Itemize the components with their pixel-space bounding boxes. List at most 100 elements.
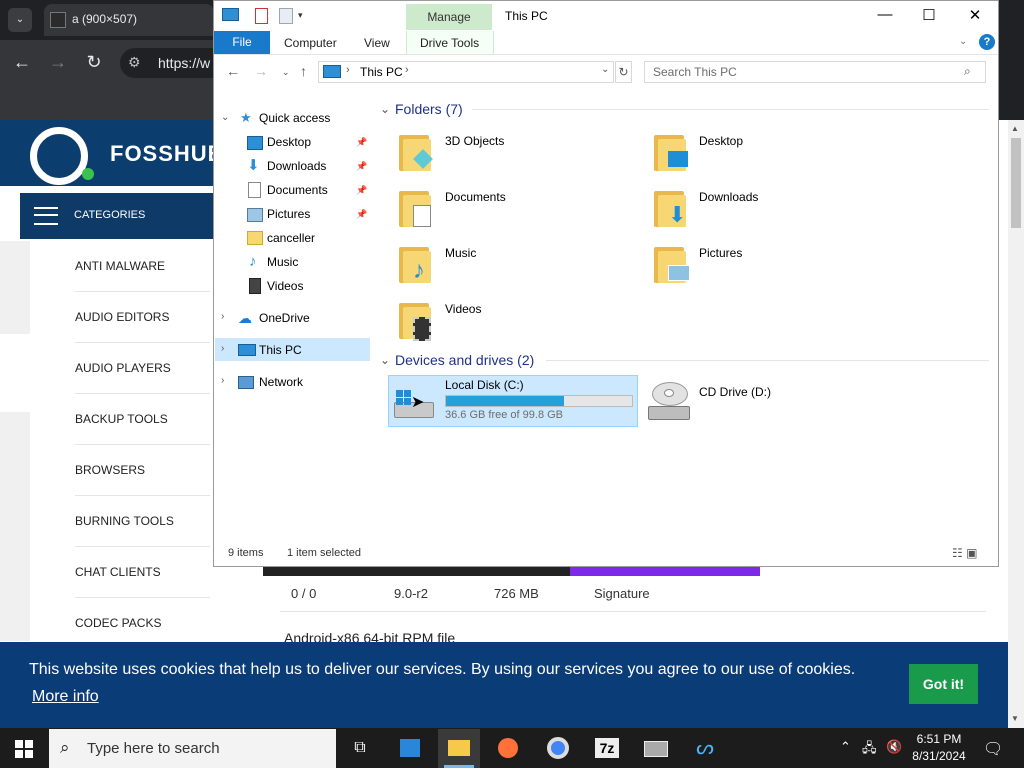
nav-network[interactable]: Network xyxy=(259,375,303,389)
nav-music[interactable]: Music xyxy=(267,255,298,269)
section-divider xyxy=(546,360,989,361)
category-item[interactable]: ANTI MALWARE xyxy=(75,241,210,292)
site-logo-text[interactable]: FOSSHUB xyxy=(110,141,225,167)
drive-c-usage-fill xyxy=(446,396,564,406)
recent-locations-icon[interactable]: ⌄ xyxy=(282,67,290,78)
clock-date[interactable]: 8/31/2024 xyxy=(910,749,968,763)
ribbon-expand-icon[interactable]: ⌄ xyxy=(959,36,967,47)
task-view-icon[interactable]: ⧉ xyxy=(343,733,377,763)
details-view-icon[interactable]: ☷ ▣ xyxy=(952,546,977,560)
up-icon[interactable]: ↑ xyxy=(300,63,307,79)
expand-arrow-icon[interactable]: › xyxy=(221,311,224,322)
category-item[interactable]: AUDIO PLAYERS xyxy=(75,343,210,394)
maximize-icon[interactable]: ☐ xyxy=(906,6,952,24)
menu-hamburger-icon[interactable] xyxy=(34,207,58,225)
fosshub-logo-icon[interactable] xyxy=(30,127,88,185)
app-icon[interactable]: ᔕ xyxy=(688,733,722,763)
nav-videos[interactable]: Videos xyxy=(267,279,303,293)
row-divider xyxy=(280,611,986,612)
nav-documents[interactable]: Documents xyxy=(267,183,328,197)
folder-documents[interactable]: Documents xyxy=(445,190,506,204)
nav-canceller[interactable]: canceller xyxy=(267,231,315,245)
breadcrumb-chevron-icon[interactable]: › xyxy=(405,64,409,76)
scroll-down-icon[interactable]: ▼ xyxy=(1011,714,1019,723)
volume-muted-icon[interactable]: 🔇 xyxy=(886,739,902,755)
address-dropdown-icon[interactable]: ⌄ xyxy=(601,64,609,75)
download-signature-link[interactable]: Signature xyxy=(594,586,650,601)
pin-icon[interactable]: 📌 xyxy=(356,209,367,220)
search-placeholder: Search This PC xyxy=(653,65,737,79)
breadcrumb-this-pc[interactable]: This PC xyxy=(360,65,403,79)
close-icon[interactable]: ✕ xyxy=(952,6,998,24)
star-icon: ★ xyxy=(240,110,252,125)
page-scrollbar-thumb[interactable] xyxy=(1011,138,1021,228)
folders-header[interactable]: Folders (7) xyxy=(395,101,463,117)
drive-tools-tab[interactable]: Drive Tools xyxy=(420,36,479,50)
installer-icon[interactable] xyxy=(639,733,673,763)
onedrive-icon: ☁ xyxy=(238,310,252,326)
folder-videos[interactable]: Videos xyxy=(445,302,481,316)
folder-pictures-icon xyxy=(654,243,690,283)
nav-quick-access[interactable]: Quick access xyxy=(259,111,330,125)
properties-icon[interactable] xyxy=(255,8,268,24)
devices-header[interactable]: Devices and drives (2) xyxy=(395,352,534,368)
pin-icon[interactable]: 📌 xyxy=(356,161,367,172)
cookie-accept-button[interactable]: Got it! xyxy=(909,664,978,704)
microsoft-store-icon[interactable] xyxy=(393,733,427,763)
back-icon[interactable]: ← xyxy=(226,63,240,79)
nav-this-pc[interactable]: This PC xyxy=(259,343,302,357)
category-item[interactable]: AUDIO EDITORS xyxy=(75,292,210,343)
section-collapse-icon[interactable]: ⌄ xyxy=(380,353,390,367)
firefox-icon[interactable] xyxy=(491,733,525,763)
notifications-icon[interactable]: 🗨 xyxy=(983,739,1003,759)
refresh-icon[interactable]: ↻ xyxy=(615,61,632,83)
category-item[interactable]: CHAT CLIENTS xyxy=(75,547,210,598)
pin-icon[interactable]: 📌 xyxy=(356,137,367,148)
folder-music[interactable]: Music xyxy=(445,246,476,260)
expand-arrow-icon[interactable]: › xyxy=(221,343,224,354)
category-item[interactable]: BROWSERS xyxy=(75,445,210,496)
new-folder-icon[interactable] xyxy=(279,8,293,24)
folder-desktop[interactable]: Desktop xyxy=(699,134,743,148)
expand-arrow-icon[interactable]: › xyxy=(221,375,224,386)
view-tab[interactable]: View xyxy=(364,36,390,50)
site-info-icon[interactable]: ⚙ xyxy=(128,54,141,71)
breadcrumb-chevron-icon[interactable]: › xyxy=(346,64,350,76)
clock-time[interactable]: 6:51 PM xyxy=(910,732,968,746)
nav-desktop[interactable]: Desktop xyxy=(267,135,311,149)
forward-icon[interactable]: → xyxy=(254,63,268,79)
pin-icon[interactable]: 📌 xyxy=(356,185,367,196)
show-hidden-icons[interactable]: ⌃ xyxy=(840,739,851,755)
manage-tab[interactable]: Manage xyxy=(406,4,492,30)
category-item[interactable]: BURNING TOOLS xyxy=(75,496,210,547)
folder-downloads[interactable]: Downloads xyxy=(699,190,758,204)
help-icon[interactable]: ? xyxy=(979,34,995,50)
file-explorer-icon[interactable] xyxy=(442,733,476,763)
section-collapse-icon[interactable]: ⌄ xyxy=(380,102,390,116)
chrome-icon[interactable] xyxy=(541,733,575,763)
7zip-icon[interactable]: 7z xyxy=(590,733,624,763)
network-status-icon[interactable]: 🖧 xyxy=(862,739,877,761)
collapse-arrow-icon[interactable]: ⌄ xyxy=(221,112,229,123)
minimize-icon[interactable]: — xyxy=(862,6,908,23)
category-item[interactable]: CODEC PACKS xyxy=(75,598,210,648)
computer-tab[interactable]: Computer xyxy=(284,36,337,50)
nav-downloads[interactable]: Downloads xyxy=(267,159,326,173)
folder-3d-objects[interactable]: 3D Objects xyxy=(445,134,504,148)
tab-search-button[interactable]: ⌄ xyxy=(8,8,32,32)
category-item[interactable]: BACKUP TOOLS xyxy=(75,394,210,445)
windows-start-icon[interactable] xyxy=(15,740,33,758)
cookie-more-info-link[interactable]: More info xyxy=(32,688,99,706)
nav-pictures[interactable]: Pictures xyxy=(267,207,310,221)
documents-icon xyxy=(248,182,261,198)
quick-access-dropdown-icon[interactable]: ▾ xyxy=(298,10,303,21)
file-tab[interactable]: File xyxy=(214,31,270,54)
forward-arrow-icon[interactable]: → xyxy=(46,52,70,73)
reload-icon[interactable]: ↻ xyxy=(82,52,106,73)
scroll-up-icon[interactable]: ▲ xyxy=(1011,124,1019,133)
folder-pictures[interactable]: Pictures xyxy=(699,246,742,260)
search-icon[interactable]: ⌕ xyxy=(964,64,971,79)
nav-onedrive[interactable]: OneDrive xyxy=(259,311,310,325)
drive-d-label[interactable]: CD Drive (D:) xyxy=(699,385,771,399)
back-arrow-icon[interactable]: ← xyxy=(10,52,34,73)
